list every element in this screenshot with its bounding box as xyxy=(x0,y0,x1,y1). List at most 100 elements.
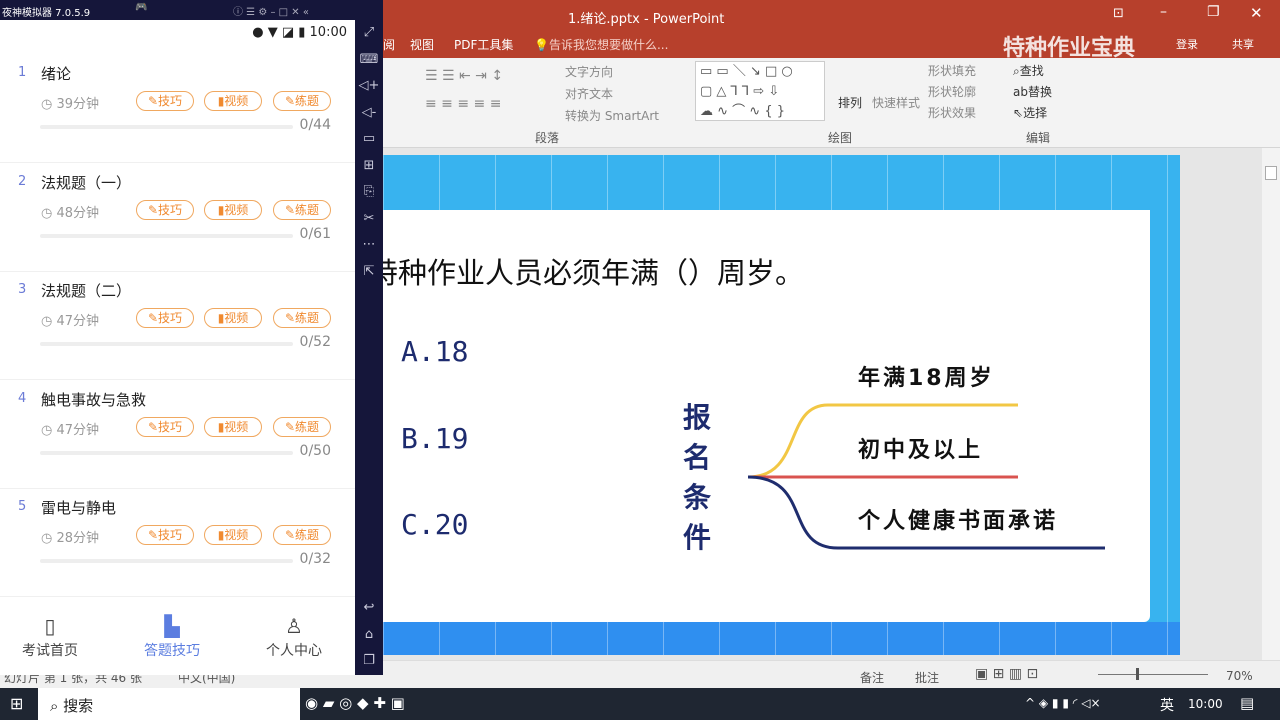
nav-answer-tips[interactable]: ▙ 答题技巧 xyxy=(113,612,231,660)
practice-button[interactable]: ✎练题 xyxy=(273,525,331,545)
tips-button[interactable]: ✎技巧 xyxy=(136,416,194,437)
branch-label-age: 年满18周岁 xyxy=(858,366,995,391)
volume-up-icon[interactable]: ◁+ xyxy=(355,73,383,100)
video-button[interactable]: ▮视频 xyxy=(204,308,262,328)
chapter-item[interactable]: 3 法规题（二） ◷ 47分钟 ✎技巧 ▮视频 ✎练题 0/52 xyxy=(0,272,355,380)
minimize-button[interactable]: – xyxy=(1160,4,1167,20)
drawing-group-label: 绘图 xyxy=(828,131,853,145)
chapter-duration: ◷ 39分钟 xyxy=(41,97,100,112)
select-button[interactable]: ⇖选择 xyxy=(1013,104,1047,121)
practice-button[interactable]: ✎练题 xyxy=(273,199,331,220)
find-button[interactable]: ⌕查找 xyxy=(1013,62,1044,79)
video-button[interactable]: ▮视频 xyxy=(204,416,262,437)
chapter-title[interactable]: 触电事故与急救 xyxy=(41,389,146,410)
list-buttons[interactable]: ☰ ☰ ⇤ ⇥ ↕ xyxy=(425,68,503,84)
chapter-title[interactable]: 绪论 xyxy=(41,63,71,84)
chapter-number: 3 xyxy=(18,282,27,297)
recent-icon[interactable]: ❐ xyxy=(355,648,383,675)
more-icon[interactable]: ⋯ xyxy=(355,232,383,259)
share-button[interactable]: 共享 xyxy=(1232,36,1254,52)
chapter-item[interactable]: 4 触电事故与急救 ◷ 47分钟 ✎技巧 ▮视频 ✎练题 0/50 xyxy=(0,381,355,489)
tab-view[interactable]: 视图 xyxy=(410,36,434,53)
tips-button[interactable]: ✎技巧 xyxy=(136,199,194,220)
home-icon[interactable]: ⌂ xyxy=(355,622,383,649)
progress-count: 0/50 xyxy=(299,442,331,459)
emulator-controls[interactable]: ⓘ ☰ ⚙ – □ ✕ « xyxy=(233,3,309,18)
tips-button[interactable]: ✎技巧 xyxy=(136,525,194,545)
close-button[interactable]: ✕ xyxy=(1250,4,1263,22)
chapter-item[interactable]: 1 绪论 ◷ 39分钟 ✎技巧 ▮视频 ✎练题 0/44 xyxy=(0,55,355,163)
install-apk-icon[interactable]: ⊞ xyxy=(355,153,383,180)
windows-start-icon[interactable]: ⊞ xyxy=(10,694,23,713)
login-link[interactable]: 登录 xyxy=(1176,36,1198,52)
progress-bar xyxy=(40,125,293,129)
video-button[interactable]: ▮视频 xyxy=(204,199,262,220)
text-direction-button[interactable]: 文字方向 xyxy=(565,63,613,80)
video-button[interactable]: ▮视频 xyxy=(204,91,262,111)
system-tray-icons[interactable]: ^ ◈ ▮ ▮ ◜ ◁× xyxy=(1025,696,1101,710)
chapter-title[interactable]: 雷电与静电 xyxy=(41,497,116,518)
chapter-number: 1 xyxy=(18,65,27,80)
screen-icon[interactable]: ▭ xyxy=(355,126,383,153)
quick-styles-button[interactable]: 快速样式 xyxy=(872,94,920,111)
pencil-icon: ✎ xyxy=(284,94,296,108)
tips-button[interactable]: ✎技巧 xyxy=(136,91,194,111)
vertical-scrollbar[interactable] xyxy=(1262,148,1280,660)
shape-outline-button[interactable]: 形状轮廓 xyxy=(928,83,976,100)
chapter-item[interactable]: 5 雷电与静电 ◷ 28分钟 ✎技巧 ▮视频 ✎练题 0/32 xyxy=(0,489,355,597)
convert-smartart-button[interactable]: 转换为 SmartArt xyxy=(565,107,659,124)
notes-button[interactable]: 备注 xyxy=(860,669,884,686)
ime-indicator[interactable]: 英 xyxy=(1160,695,1174,715)
scroll-thumb[interactable] xyxy=(1265,166,1277,180)
clock-icon: ◷ xyxy=(41,531,57,546)
slide[interactable]: 特种作业人员必须年满（）周岁。 A.18 B.19 C.20 报名条件 年满18… xyxy=(369,155,1180,655)
shape-fill-button[interactable]: 形状填充 xyxy=(928,62,976,79)
taskbar-clock[interactable]: 10:00 xyxy=(1188,697,1223,711)
gamepad-icon[interactable]: 🎮 xyxy=(135,2,147,13)
align-buttons[interactable]: ≡ ≡ ≡ ≡ ≡ xyxy=(425,96,501,112)
clock-icon: ◷ xyxy=(41,422,57,438)
chapter-title[interactable]: 法规题（一） xyxy=(41,172,131,193)
chapter-title[interactable]: 法规题（二） xyxy=(41,280,131,301)
tab-pdf-tools[interactable]: PDF工具集 xyxy=(454,36,513,53)
back-icon[interactable]: ↩ xyxy=(355,595,383,622)
tell-me-search[interactable]: 💡告诉我您想要做什么... xyxy=(534,36,668,53)
tips-button[interactable]: ✎技巧 xyxy=(136,308,194,328)
fullscreen-icon[interactable]: ⤢ xyxy=(355,20,383,47)
chapter-number: 4 xyxy=(18,390,27,406)
nav-personal-center[interactable]: ♙ 个人中心 xyxy=(235,612,353,660)
tab-review[interactable]: 阅 xyxy=(383,36,395,53)
replace-button[interactable]: ab替换 xyxy=(1013,83,1052,100)
volume-down-icon[interactable]: ◁- xyxy=(355,100,383,127)
scissors-icon[interactable]: ✂ xyxy=(355,206,383,233)
view-buttons[interactable]: ▣ ⊞ ▥ ⊡ xyxy=(975,666,1038,682)
arrange-button[interactable]: 排列 xyxy=(838,94,862,111)
keyboard-icon[interactable]: ⌨ xyxy=(355,47,383,74)
progress-count: 0/44 xyxy=(299,117,331,133)
practice-button[interactable]: ✎练题 xyxy=(273,416,331,437)
shape-effects-button[interactable]: 形状效果 xyxy=(928,104,976,121)
zoom-slider[interactable] xyxy=(1098,668,1208,680)
nav-exam-home[interactable]: ▯ 考试首页 xyxy=(0,612,109,660)
comments-button[interactable]: 批注 xyxy=(915,669,939,686)
taskbar-apps[interactable]: ◉ ▰ ◎ ◆ ✚ ▣ xyxy=(305,694,405,712)
practice-button[interactable]: ✎练题 xyxy=(273,91,331,111)
shapes-gallery[interactable]: ▭ ▭ ＼ ↘ □ ○ ▢ △ ⅂ ⅂ ⇨ ⇩ ☁ ∿ ⌒ ∿ { } xyxy=(695,61,825,121)
practice-button[interactable]: ✎练题 xyxy=(273,308,331,328)
option-b: B.19 xyxy=(401,422,469,455)
taskbar-search[interactable]: ⌕ 搜索 xyxy=(38,688,300,720)
multi-instance-icon[interactable]: ⎘ xyxy=(355,179,383,206)
align-text-button[interactable]: 对齐文本 xyxy=(565,85,613,102)
registration-conditions-label: 报名条件 xyxy=(683,401,712,554)
progress-bar xyxy=(40,450,293,455)
person-icon: ♙ xyxy=(285,614,303,638)
chapter-item[interactable]: 2 法规题（一） ◷ 48分钟 ✎技巧 ▮视频 ✎练题 0/61 xyxy=(0,164,355,272)
zoom-level[interactable]: 70% xyxy=(1226,669,1253,683)
maximize-button[interactable]: ❐ xyxy=(1207,4,1220,20)
notification-icon[interactable]: ▤ xyxy=(1240,694,1254,712)
video-button[interactable]: ▮视频 xyxy=(204,525,262,545)
slide-content-area: 特种作业人员必须年满（）周岁。 A.18 B.19 C.20 报名条件 年满18… xyxy=(369,210,1150,622)
cursor-icon: ⇖ xyxy=(1013,106,1024,120)
export-icon[interactable]: ⇱ xyxy=(355,259,383,286)
ribbon-display-icon[interactable]: ⊡ xyxy=(1113,6,1124,21)
